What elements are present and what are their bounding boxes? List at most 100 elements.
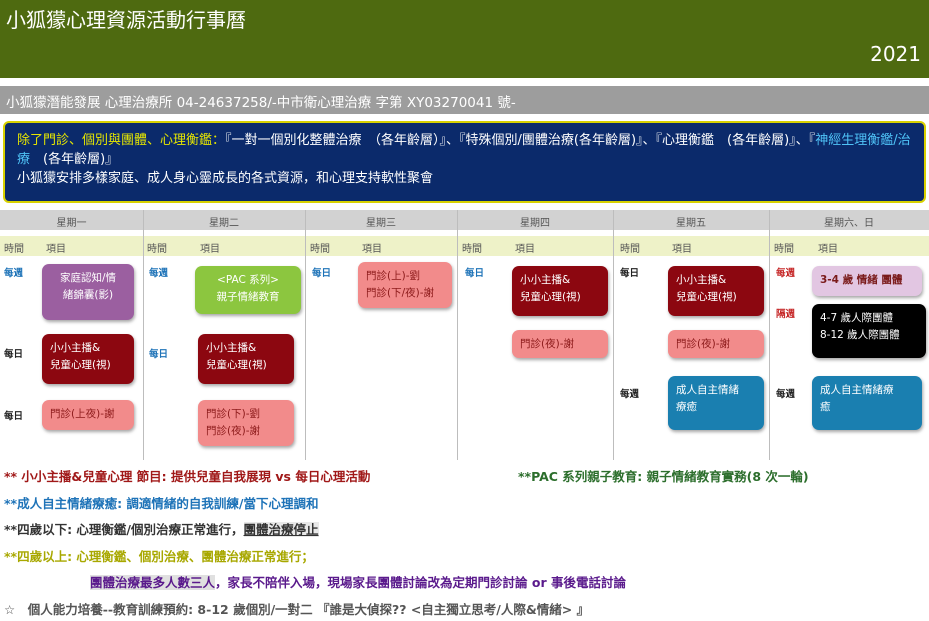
page-title: 小狐獴心理資源活動行事曆 [6,8,246,32]
note-over-four: **四歲以上: 心理衡鑑、個別治療、團體治療正常進行； [4,549,314,564]
time-daily: 每日 [4,411,24,422]
day-friday: 星期五 [676,218,706,229]
card-clinic[interactable]: 門診(上夜)-謝 [42,400,134,430]
sub-item: 項目 [672,244,692,255]
card-text: 小小主播& [676,274,727,286]
sub-time: 時間 [310,244,330,255]
note-adult-emotion: **成人自主情緒療癒: 調適情緒的自我訓練/當下心理調和 [4,496,319,511]
card-clinic[interactable]: 門診(上)-劉 門診(下/夜)-謝 [358,262,452,308]
card-text: 癒 [820,401,831,413]
time-daily: 每日 [465,268,485,279]
card-emotion-group[interactable]: 3-4 歲 情緒 團體 [812,266,922,296]
card-text: 3-4 歲 情緒 團體 [820,274,903,286]
note-group-details: ，家長不陪伴入場，現場家長團體討論改為定期門診討論 or 事後電話討論 [215,575,626,590]
time-daily: 每日 [620,268,640,279]
time-weekly: 每週 [149,268,169,279]
sub-item: 項目 [818,244,838,255]
sub-item: 項目 [362,244,382,255]
card-text: <PAC 系列> [217,274,279,286]
header-banner: 小狐獴心理資源活動行事曆 2021 [0,0,929,78]
time-weekly: 每週 [620,389,640,400]
card-clinic[interactable]: 門診(夜)-謝 [512,330,608,358]
sub-item: 項目 [200,244,220,255]
note-kids-broadcast: ** 小小主播&兒童心理 節目: 提供兒童自我展現 vs 每日心理活動 [4,469,371,484]
time-biweekly: 隔週 [776,309,796,320]
time-daily: 每日 [149,349,169,360]
note-group-max: 團體治療最多人數三人 [90,575,216,590]
card-text: 小小主播& [50,342,101,354]
card-pac-series[interactable]: <PAC 系列> 親子情緒教育 [195,266,301,314]
day-thursday: 星期四 [520,218,550,229]
note-group-rules: 團體治療最多人數三人，家長不陪伴入場，現場家長團體討論改為定期門診討論 or 事… [90,572,626,591]
card-text: 門診(夜)-謝 [676,338,730,350]
sub-header-row: 時間 項目 時間 項目 時間 項目 時間 項目 時間 項目 時間 項目 [0,236,929,256]
sub-item: 項目 [515,244,535,255]
sub-time: 時間 [774,244,794,255]
note-under-four: **四歲以下: 心理衡鑑/個別治療正常進行，團體治療停止 [4,519,319,538]
column-divider [457,210,458,460]
card-text: 家庭認知/情 [59,272,117,284]
sub-time: 時間 [462,244,482,255]
notes-section: ** 小小主播&兒童心理 節目: 提供兒童自我展現 vs 每日心理活動 **PA… [0,460,929,621]
year-label: 2021 [870,42,921,66]
day-wednesday: 星期三 [366,218,396,229]
card-adult-emotion[interactable]: 成人自主情緒療 癒 [812,376,922,430]
time-weekly: 每週 [776,268,796,279]
time-weekly: 每週 [776,389,796,400]
note-pac-series: **PAC 系列親子教育: 親子情緒教育實務(8 次一輪) [518,469,809,484]
sub-time: 時間 [4,244,24,255]
card-family-cognition[interactable]: 家庭認知/情 緒錦囊(影) [42,264,134,320]
column-divider [143,210,144,460]
sub-time: 時間 [620,244,640,255]
card-text: 親子情緒教育 [216,291,280,303]
schedule-grid: 星期一 星期二 星期三 星期四 星期五 星期六、日 時間 項目 時間 項目 時間… [0,210,929,460]
note-group-stopped: 團體治療停止 [243,522,319,537]
card-text: 成人自主情緒療 [820,384,894,396]
sub-item: 項目 [46,244,66,255]
card-text: 門診(上)-劉 [366,270,420,282]
card-text: 兒童心理(視) [676,291,737,303]
column-divider [613,210,614,460]
intro-neuro-age: (各年齡層)』 [30,152,119,167]
day-header-row: 星期一 星期二 星期三 星期四 星期五 星期六、日 [0,210,929,230]
card-clinic[interactable]: 門診(下)-劉 門診(夜)-謝 [198,400,294,446]
day-monday: 星期一 [56,218,87,229]
time-weekly: 每週 [4,268,24,279]
note-under-four-text: **四歲以下: 心理衡鑑/個別治療正常進行， [4,522,244,537]
day-weekend: 星期六、日 [824,218,874,229]
card-kids-broadcast[interactable]: 小小主播& 兒童心理(視) [512,266,608,316]
intro-highlight: 除了門診、個別與團體、心理衡鑑： [17,133,226,148]
card-adult-emotion[interactable]: 成人自主情緒 療癒 [668,376,764,430]
card-text: 兒童心理(視) [50,359,111,371]
card-text: 8-12 歲人際團體 [820,329,900,341]
card-text: 門診(下/夜)-謝 [366,287,435,299]
card-kids-broadcast[interactable]: 小小主播& 兒童心理(視) [42,334,134,384]
intro-line-1: 除了門診、個別與團體、心理衡鑑：『一對一個別化整體治療 （各年齡層）』、『特殊個… [17,131,914,169]
intro-line-2: 小狐獴安排多樣家庭、成人身心靈成長的各式資源，和心理支持軟性聚會 [17,171,434,186]
column-divider [305,210,306,460]
card-text: 門診(夜)-謝 [520,338,574,350]
card-text: 成人自主情緒 [676,384,739,396]
time-daily: 每日 [312,268,332,279]
card-text: 小小主播& [206,342,257,354]
note-training: ☆ 個人能力培養--教育訓練預約: 8-12 歲個別/一對二 『誰是大偵探?? … [4,602,590,617]
day-tuesday: 星期二 [209,218,239,229]
card-kids-broadcast[interactable]: 小小主播& 兒童心理(視) [668,266,764,316]
card-text: 門診(夜)-謝 [206,425,260,437]
card-text: 兒童心理(視) [206,359,267,371]
card-clinic[interactable]: 門診(夜)-謝 [668,330,764,358]
card-text: 4-7 歲人際團體 [820,312,893,324]
card-text: 門診(下)-劉 [206,408,260,420]
card-text: 緒錦囊(影) [62,289,114,301]
card-text: 兒童心理(視) [520,291,581,303]
sub-time: 時間 [147,244,167,255]
time-daily: 每日 [4,349,24,360]
column-divider [769,210,770,460]
card-social-group[interactable]: 4-7 歲人際團體 8-12 歲人際團體 [812,304,926,358]
card-text: 小小主播& [520,274,571,286]
intro-services: 『一對一個別化整體治療 （各年齡層）』、『特殊個別/團體治療(各年齡層)』、『心… [225,133,816,148]
card-text: 療癒 [676,401,697,413]
card-kids-broadcast[interactable]: 小小主播& 兒童心理(視) [198,334,294,384]
card-text: 門診(上夜)-謝 [50,408,115,420]
intro-box: 除了門診、個別與團體、心理衡鑑：『一對一個別化整體治療 （各年齡層）』、『特殊個… [3,121,926,203]
